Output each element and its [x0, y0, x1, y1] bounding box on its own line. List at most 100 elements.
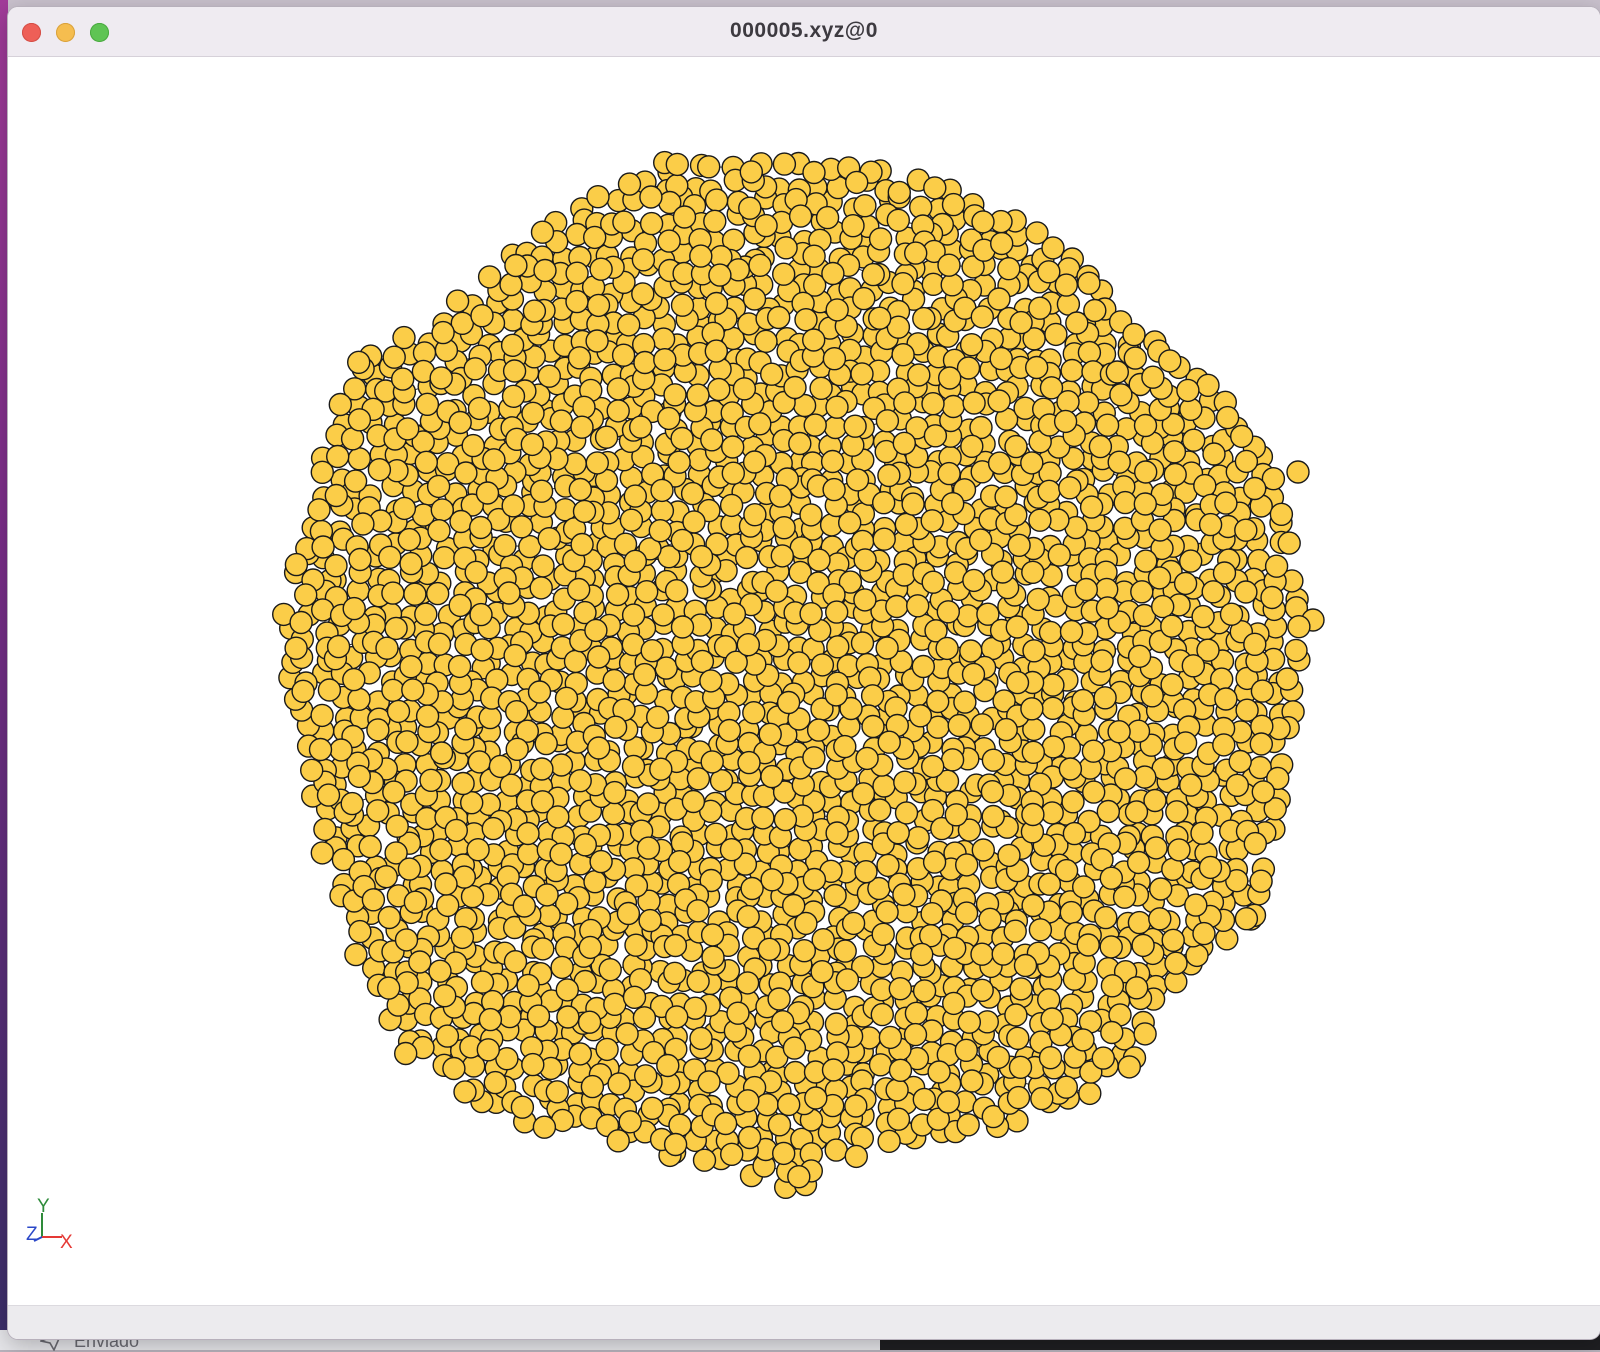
atom-sphere: [658, 230, 680, 252]
atom-sphere: [1055, 274, 1077, 296]
atom-sphere: [579, 936, 601, 958]
3d-viewport[interactable]: Y Z X: [8, 57, 1600, 1305]
atom-sphere: [1040, 1047, 1062, 1069]
atom-sphere: [590, 258, 612, 280]
atom-sphere: [723, 603, 745, 625]
atom-sphere: [1027, 588, 1049, 610]
atom-sphere: [470, 517, 492, 539]
atom-sphere: [587, 186, 609, 208]
atom-sphere: [924, 851, 946, 873]
atom-sphere: [887, 822, 909, 844]
atom-sphere: [822, 263, 844, 285]
atom-sphere: [876, 901, 898, 923]
atom-sphere: [886, 596, 908, 618]
atom-sphere: [502, 309, 524, 331]
atom-sphere: [702, 924, 724, 946]
atom-sphere: [778, 1094, 800, 1116]
atom-sphere: [1057, 391, 1079, 413]
atom-sphere: [415, 451, 437, 473]
atom-sphere: [1007, 1027, 1029, 1049]
atom-sphere: [385, 617, 407, 639]
atom-sphere: [518, 843, 540, 865]
atom-sphere: [1055, 410, 1077, 432]
atom-sphere: [1129, 645, 1151, 667]
atom-sphere: [1042, 697, 1064, 719]
title-bar[interactable]: 000005.xyz@0: [8, 7, 1600, 57]
atom-sphere: [432, 322, 454, 344]
atom-sphere: [669, 1114, 691, 1136]
atom-sphere: [535, 733, 557, 755]
atom-sphere: [1021, 698, 1043, 720]
atom-sphere: [887, 209, 909, 231]
atom-sphere: [1251, 680, 1273, 702]
atom-sphere: [398, 858, 420, 880]
atom-sphere: [1142, 366, 1164, 388]
atom-sphere: [905, 1024, 927, 1046]
atom-sphere: [823, 348, 845, 370]
atom-sphere: [754, 785, 776, 807]
atom-sphere: [739, 1127, 761, 1149]
atom-sphere: [658, 407, 680, 429]
atom-sphere: [632, 283, 654, 305]
atom-sphere: [1166, 801, 1188, 823]
atom-sphere: [694, 1149, 716, 1171]
atom-sphere: [452, 773, 474, 795]
atom-sphere: [428, 520, 450, 542]
atom-sphere: [1180, 550, 1202, 572]
atom-sphere: [1022, 895, 1044, 917]
atom-sphere: [546, 1081, 568, 1103]
atom-sphere: [1062, 791, 1084, 813]
atom-sphere: [1075, 579, 1097, 601]
atom-sphere: [550, 410, 572, 432]
atom-sphere: [318, 679, 340, 701]
atom-sphere: [871, 1004, 893, 1026]
atom-sphere: [842, 215, 864, 237]
atom-sphere: [1100, 867, 1122, 889]
atom-sphere: [1073, 876, 1095, 898]
viewer-window: 000005.xyz@0 Y Z X: [8, 7, 1600, 1339]
atom-sphere: [963, 392, 985, 414]
atom-sphere: [1097, 801, 1119, 823]
atom-sphere: [878, 731, 900, 753]
atom-sphere: [963, 569, 985, 591]
atom-sphere: [722, 462, 744, 484]
atom-sphere: [409, 951, 431, 973]
atom-sphere: [845, 1095, 867, 1117]
atom-sphere: [988, 288, 1010, 310]
atom-sphere: [449, 412, 471, 434]
atom-sphere: [803, 162, 825, 184]
atom-sphere: [1126, 801, 1148, 823]
atom-sphere: [758, 938, 780, 960]
atom-sphere: [431, 742, 453, 764]
atom-sphere: [854, 549, 876, 571]
atom-sphere: [845, 1145, 867, 1167]
atom-sphere: [873, 775, 895, 797]
atom-sphere: [1235, 450, 1257, 472]
atom-sphere: [536, 884, 558, 906]
atom-sphere: [571, 416, 593, 438]
atom-sphere: [870, 1054, 892, 1076]
atom-sphere: [551, 956, 573, 978]
atom-sphere: [538, 528, 560, 550]
atom-sphere: [1089, 436, 1111, 458]
atom-sphere: [853, 288, 875, 310]
atom-sphere: [634, 664, 656, 686]
atom-sphere: [1235, 519, 1257, 541]
atom-sphere: [1038, 480, 1060, 502]
atom-sphere: [890, 1059, 912, 1081]
atom-sphere: [311, 842, 333, 864]
atom-sphere: [775, 237, 797, 259]
atom-sphere: [557, 1006, 579, 1028]
atom-sphere: [386, 815, 408, 837]
atom-sphere: [1203, 443, 1225, 465]
atom-sphere: [568, 579, 590, 601]
atom-sphere: [1077, 392, 1099, 414]
nanoparticle-render[interactable]: [8, 57, 1600, 1305]
atom-sphere: [992, 561, 1014, 583]
atom-sphere: [295, 584, 317, 606]
atom-sphere: [687, 970, 709, 992]
atom-sphere: [1022, 804, 1044, 826]
atom-sphere: [856, 747, 878, 769]
atom-sphere: [718, 720, 740, 742]
atom-sphere: [1215, 688, 1237, 710]
